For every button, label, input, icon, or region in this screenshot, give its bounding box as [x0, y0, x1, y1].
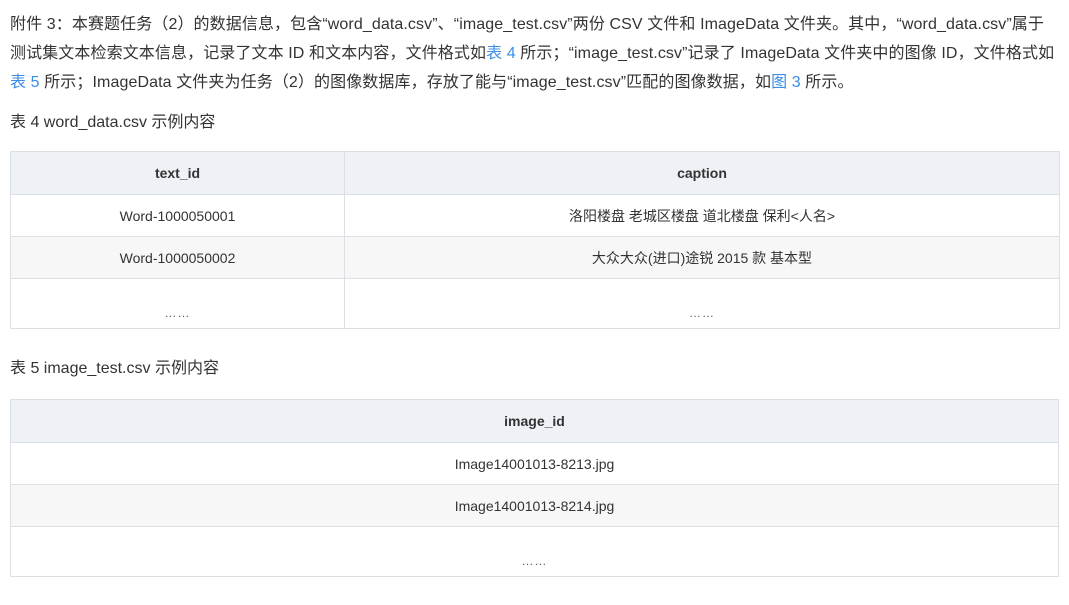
table-5-link[interactable]: 表 5	[10, 74, 40, 91]
column-header-caption: caption	[344, 151, 1060, 195]
column-header-text-id: text_id	[10, 151, 345, 195]
table-row: ……	[10, 526, 1059, 577]
intro-text-4: 所示。	[800, 74, 854, 91]
table-cell-ellipsis: ……	[10, 278, 345, 329]
table-header-row: image_id	[10, 399, 1059, 443]
figure-3-link[interactable]: 图 3	[771, 74, 801, 91]
intro-text-3: 所示；ImageData 文件夹为任务（2）的图像数据库，存放了能与“image…	[39, 74, 772, 91]
table-4-link[interactable]: 表 4	[486, 45, 516, 62]
table-5: image_id Image14001013-8213.jpg Image140…	[10, 399, 1059, 577]
table-row: Image14001013-8213.jpg	[10, 442, 1059, 485]
table-cell: 洛阳楼盘 老城区楼盘 道北楼盘 保利<人名>	[344, 194, 1060, 237]
table-row: Image14001013-8214.jpg	[10, 484, 1059, 527]
table-4-caption: 表 4 word_data.csv 示例内容	[10, 114, 216, 131]
document-body: 附件 3：本赛题任务（2）的数据信息，包含“word_data.csv”、“im…	[10, 10, 1060, 577]
table-cell-ellipsis: ……	[10, 526, 1059, 577]
table-row: Word-1000050002 大众大众(进口)途锐 2015 款 基本型	[10, 236, 1060, 279]
table-cell: Word-1000050002	[10, 236, 345, 279]
table-row: Word-1000050001 洛阳楼盘 老城区楼盘 道北楼盘 保利<人名>	[10, 194, 1060, 237]
table-cell: 大众大众(进口)途锐 2015 款 基本型	[344, 236, 1060, 279]
table-4: text_id caption Word-1000050001 洛阳楼盘 老城区…	[10, 151, 1060, 329]
table-cell: Image14001013-8214.jpg	[10, 484, 1059, 527]
table-cell-ellipsis: ……	[344, 278, 1060, 329]
table-cell: Image14001013-8213.jpg	[10, 442, 1059, 485]
table-cell: Word-1000050001	[10, 194, 345, 237]
intro-paragraph: 附件 3：本赛题任务（2）的数据信息，包含“word_data.csv”、“im…	[10, 10, 1059, 97]
table-header-row: text_id caption	[10, 151, 1060, 195]
table-5-caption: 表 5 image_test.csv 示例内容	[10, 360, 219, 377]
column-header-image-id: image_id	[10, 399, 1059, 443]
table-row: …… ……	[10, 278, 1060, 329]
intro-text-2: 所示；“image_test.csv”记录了 ImageData 文件夹中的图像…	[515, 45, 1055, 62]
